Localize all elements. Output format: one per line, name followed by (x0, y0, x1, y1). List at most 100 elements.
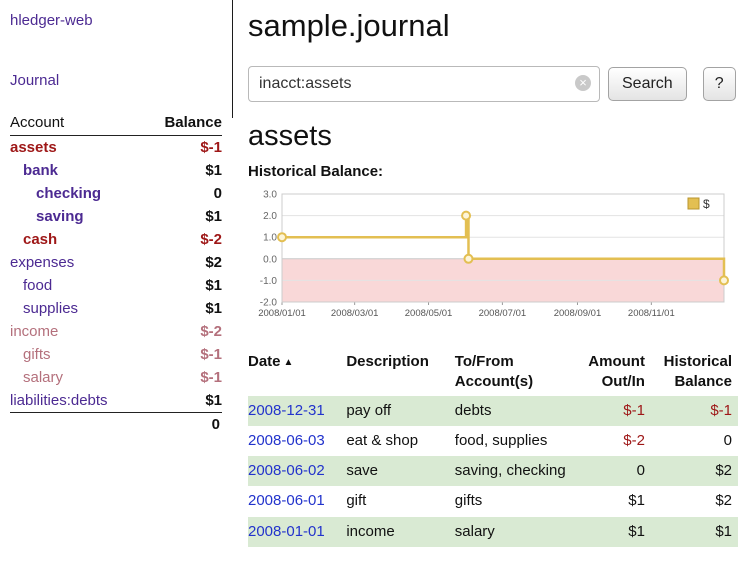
cell-date: 2008-12-31 (248, 396, 346, 426)
cell-balance: $1 (651, 517, 738, 547)
account-row: assets$-1 (10, 136, 222, 159)
account-link[interactable]: expenses (10, 254, 74, 271)
account-link[interactable]: cash (10, 231, 57, 248)
chart-heading: Historical Balance: (248, 163, 742, 180)
help-button[interactable]: ? (703, 67, 736, 101)
account-row: saving $1 (10, 205, 222, 228)
svg-text:0.0: 0.0 (263, 254, 277, 265)
column-header-accounts: To/From Account(s) (455, 349, 572, 396)
account-row: food $1 (10, 274, 222, 297)
accounts-list: assets$-1bank$1checking0saving$1cash$-2e… (10, 136, 222, 412)
column-header-date[interactable]: Date▲ (248, 349, 346, 396)
svg-text:$: $ (703, 197, 710, 211)
cell-amount: $1 (572, 486, 651, 516)
svg-text:3.0: 3.0 (263, 190, 277, 201)
account-link[interactable]: assets (10, 139, 57, 156)
account-balance: 0 (214, 185, 222, 202)
account-link[interactable]: checking (10, 185, 101, 202)
date-link[interactable]: 2008-06-01 (248, 492, 325, 509)
balance-column-header: Balance (164, 114, 222, 131)
account-row: expenses $2 (10, 251, 222, 274)
register-body: 2008-12-31pay offdebts$-1$-12008-06-03ea… (248, 396, 738, 547)
account-balance: $-2 (200, 231, 222, 248)
cell-date: 2008-06-01 (248, 486, 346, 516)
svg-text:2.0: 2.0 (263, 211, 277, 222)
cell-description: eat & shop (346, 426, 454, 456)
table-row: 2008-06-01 giftgifts$1$2 (248, 486, 738, 516)
svg-text:1.0: 1.0 (263, 233, 277, 244)
svg-text:2008/01/01: 2008/01/01 (258, 308, 306, 319)
svg-text:-1.0: -1.0 (260, 276, 278, 287)
cell-date: 2008-06-02 (248, 456, 346, 486)
account-row: cash $-2 (10, 228, 222, 251)
account-balance: $1 (205, 208, 222, 225)
account-link[interactable]: liabilities:debts (10, 392, 108, 409)
sidebar-divider (232, 0, 233, 118)
account-heading: assets (248, 120, 742, 153)
account-row: gifts $-1 (10, 343, 222, 366)
account-balance: $1 (205, 300, 222, 317)
table-row: 2008-01-01incomesalary$1$1 (248, 517, 738, 547)
cell-accounts: gifts (455, 486, 572, 516)
cell-description: gift (346, 486, 454, 516)
svg-text:-2.0: -2.0 (260, 298, 278, 309)
account-balance: $-2 (200, 323, 222, 340)
cell-accounts: debts (455, 396, 572, 426)
accounts-total: 0 (10, 412, 222, 436)
svg-text:2008/05/01: 2008/05/01 (405, 308, 453, 319)
account-balance: $1 (205, 162, 222, 179)
search-input[interactable] (248, 66, 600, 102)
cell-balance: $2 (651, 456, 738, 486)
cell-amount: $1 (572, 517, 651, 547)
account-balance: $-1 (200, 369, 222, 386)
cell-balance: $2 (651, 486, 738, 516)
clear-search-icon[interactable]: × (575, 75, 591, 91)
app-title-link[interactable]: hledger-web (10, 12, 93, 29)
table-row: 2008-06-02 savesaving, checking0$2 (248, 456, 738, 486)
balance-chart: 3.0 2.0 1.0 0.0 -1.0 -2.02008/01/01 2008/03/01… (248, 186, 730, 332)
cell-date: 2008-06-03 (248, 426, 346, 456)
date-link[interactable]: 2008-06-03 (248, 432, 325, 449)
cell-date: 2008-01-01 (248, 517, 346, 547)
date-link[interactable]: 2008-12-31 (248, 402, 325, 419)
search-bar: × Search ? (248, 66, 742, 102)
account-row: salary $-1 (10, 366, 222, 389)
sort-ascending-icon: ▲ (284, 357, 294, 368)
account-column-header: Account (10, 114, 64, 131)
svg-text:2008/03/01: 2008/03/01 (331, 308, 379, 319)
register-table: Date▲DescriptionTo/From Account(s)Amount… (248, 349, 738, 547)
cell-balance: $-1 (651, 396, 738, 426)
cell-balance: 0 (651, 426, 738, 456)
account-row: checking 0 (10, 182, 222, 205)
account-row: income $-2 (10, 320, 222, 343)
column-header-description: Description (346, 349, 454, 396)
account-link[interactable]: food (10, 277, 52, 294)
date-link[interactable]: 2008-06-02 (248, 462, 325, 479)
svg-text:2008/09/01: 2008/09/01 (554, 308, 602, 319)
account-link[interactable]: salary (10, 369, 63, 386)
cell-amount: $-2 (572, 426, 651, 456)
search-button[interactable]: Search (608, 67, 687, 101)
cell-amount: 0 (572, 456, 651, 486)
accounts-table-header: Account Balance (10, 112, 222, 136)
column-header-balance: Historical Balance (651, 349, 738, 396)
page-title: sample.journal (248, 8, 742, 44)
account-link[interactable]: supplies (10, 300, 78, 317)
account-link[interactable]: bank (10, 162, 58, 179)
account-link[interactable]: saving (10, 208, 84, 225)
account-balance: $2 (205, 254, 222, 271)
cell-description: save (346, 456, 454, 486)
account-link[interactable]: gifts (10, 346, 51, 363)
register-header-row: Date▲DescriptionTo/From Account(s)Amount… (248, 349, 738, 396)
table-row: 2008-06-03eat & shopfood, supplies$-20 (248, 426, 738, 456)
svg-text:2008/07/01: 2008/07/01 (479, 308, 527, 319)
account-balance: $1 (205, 277, 222, 294)
nav-journal-link[interactable]: Journal (10, 72, 59, 89)
sidebar: hledger-web Journal Account Balance asse… (0, 0, 233, 436)
account-link[interactable]: income (10, 323, 58, 340)
cell-description: pay off (346, 396, 454, 426)
svg-text:2008/11/01: 2008/11/01 (628, 308, 675, 319)
cell-accounts: saving, checking (455, 456, 572, 486)
account-balance: $-1 (200, 346, 222, 363)
date-link[interactable]: 2008-01-01 (248, 523, 325, 540)
